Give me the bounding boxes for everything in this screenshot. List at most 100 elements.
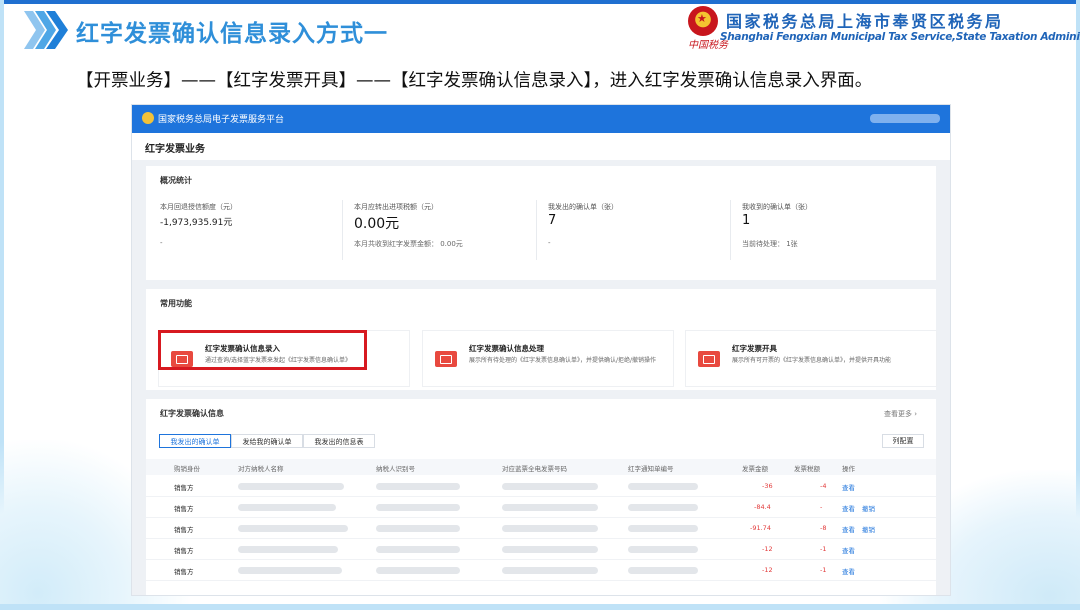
- column-header: 红字通知单编号: [628, 465, 674, 473]
- stat-sub: 当前待处理： 1张: [742, 240, 798, 248]
- table-row: 销售方 -91.74 -8 查看 撤销: [146, 518, 936, 539]
- stat-label: 本月回退授信额度（元）: [160, 203, 237, 211]
- cell-buyer-name-blurred: [238, 483, 344, 490]
- overview-title: 概况统计: [160, 176, 192, 185]
- agency-logo: ★ 中国税务 国家税务总局上海市奉贤区税务局 Shanghai Fengxian…: [688, 6, 1080, 51]
- column-header: 操作: [842, 465, 855, 473]
- stat-value: 0.00元: [354, 216, 400, 232]
- cell-role: 销售方: [174, 526, 194, 534]
- function-name: 红字发票开具: [732, 344, 777, 353]
- page-title: 红字发票业务: [145, 144, 205, 155]
- overview-card: 概况统计 本月回退授信额度（元） -1,973,935.91元 - 本月应转出进…: [146, 166, 936, 280]
- cell-role: 销售方: [174, 547, 194, 555]
- stat-label: 我收到的确认单（张）: [742, 203, 812, 211]
- app-screenshot: 国家税务总局电子发票服务平台 红字发票业务 概况统计 本月回退授信额度（元） -…: [131, 104, 951, 596]
- revoke-link[interactable]: 撤销: [862, 524, 875, 534]
- view-link[interactable]: 查看: [842, 566, 855, 576]
- column-config-button[interactable]: 列配置: [882, 434, 924, 448]
- view-link[interactable]: 查看: [842, 545, 855, 555]
- stat-label: 本月应转出进项税额（元）: [354, 203, 438, 211]
- cell-tax: -8: [820, 524, 827, 532]
- cell-role: 销售方: [174, 484, 194, 492]
- cell-amount: -91.74: [750, 524, 771, 532]
- cell-buyer-name-blurred: [238, 567, 342, 574]
- cell-tax: -: [820, 503, 823, 511]
- cell-notice-no-blurred: [628, 504, 698, 511]
- cell-tax-id-blurred: [376, 567, 460, 574]
- cell-tax-id-blurred: [376, 525, 460, 532]
- view-more-link[interactable]: 查看更多 ›: [884, 409, 917, 419]
- column-header: 发票金额: [742, 465, 768, 473]
- cell-amount: -84.4: [754, 503, 771, 511]
- invoice-process-icon: [435, 351, 457, 367]
- column-header: 对方纳税人名称: [238, 465, 284, 473]
- platform-title: 国家税务总局电子发票服务平台: [158, 115, 285, 125]
- stat-value[interactable]: 1: [742, 213, 750, 228]
- column-header: 对应蓝票全电发票号码: [502, 465, 567, 473]
- cell-notice-no-blurred: [628, 567, 698, 574]
- cell-tax-id-blurred: [376, 483, 460, 490]
- stat-value[interactable]: 7: [548, 213, 556, 228]
- common-functions-title: 常用功能: [160, 299, 192, 308]
- function-desc: 展示所有可开票的《红字发票信息确认单》，并提供开具功能: [732, 357, 892, 364]
- tab-received-confirmations[interactable]: 发给我的确认单: [231, 434, 303, 448]
- cell-role: 销售方: [174, 568, 194, 576]
- cell-tax: -1: [820, 545, 827, 553]
- function-name: 红字发票确认信息处理: [469, 344, 544, 353]
- divider: [536, 200, 537, 260]
- cell-amount: -36: [762, 482, 773, 490]
- view-link[interactable]: 查看: [842, 524, 855, 534]
- cell-tax-id-blurred: [376, 504, 460, 511]
- confirm-info-title: 红字发票确认信息: [160, 409, 224, 418]
- agency-name-cn: 国家税务总局上海市奉贤区税务局: [726, 12, 1004, 31]
- cell-buyer-name-blurred: [238, 525, 348, 532]
- stat-value: -1,973,935.91元: [160, 218, 233, 228]
- column-header: 纳税人识别号: [376, 465, 415, 473]
- stat-sub: -: [160, 239, 163, 247]
- column-header: 发票税额: [794, 465, 820, 473]
- agency-name-en: Shanghai Fengxian Municipal Tax Service,…: [720, 31, 1080, 43]
- stat-label: 我发出的确认单（张）: [548, 203, 618, 211]
- function-entry-red-confirm-process[interactable]: 红字发票确认信息处理 展示所有待处理的《红字发票信息确认单》，并提供确认/拒绝/…: [422, 330, 674, 387]
- app-topbar: 国家税务总局电子发票服务平台: [132, 105, 950, 133]
- stat-sub: -: [548, 239, 551, 247]
- cell-blue-invoice-no-blurred: [502, 567, 598, 574]
- column-header: 购销身份: [174, 465, 200, 473]
- tax-emblem-icon: ★: [688, 6, 718, 36]
- cell-buyer-name-blurred: [238, 504, 336, 511]
- cell-notice-no-blurred: [628, 525, 698, 532]
- cell-blue-invoice-no-blurred: [502, 483, 598, 490]
- tab-sent-confirmations[interactable]: 我发出的确认单: [159, 434, 231, 448]
- slide-top-border: [0, 0, 1080, 4]
- user-info-blurred[interactable]: [870, 114, 940, 123]
- platform-logo-icon: [142, 112, 154, 124]
- cell-tax: -1: [820, 566, 827, 574]
- revoke-link[interactable]: 撤销: [862, 503, 875, 513]
- view-link[interactable]: 查看: [842, 503, 855, 513]
- highlight-box: [158, 330, 367, 370]
- instruction-text: 【开票业务】——【红字发票开具】——【红字发票确认信息录入】，进入红字发票确认信…: [76, 71, 873, 91]
- cell-tax: -4: [820, 482, 827, 490]
- divider: [730, 200, 731, 260]
- cell-amount: -12: [762, 545, 773, 553]
- table-row: 销售方 -12 -1 查看: [146, 539, 936, 560]
- table-row: 销售方 -84.4 - 查看 撤销: [146, 497, 936, 518]
- cell-amount: -12: [762, 566, 773, 574]
- function-desc: 展示所有待处理的《红字发票信息确认单》，并提供确认/拒绝/撤销操作: [469, 357, 657, 364]
- view-link[interactable]: 查看: [842, 482, 855, 492]
- divider: [342, 200, 343, 260]
- slide-title: 红字发票确认信息录入方式一: [76, 21, 388, 47]
- table-row: 销售方 -12 -1 查看: [146, 560, 936, 581]
- stat-sub: 本月共收到红字发票金额： 0.00元: [354, 240, 463, 248]
- tab-sent-info-tables[interactable]: 我发出的信息表: [303, 434, 375, 448]
- table-header: 购销身份 对方纳税人名称 纳税人识别号 对应蓝票全电发票号码 红字通知单编号 发…: [146, 459, 936, 475]
- chevron-arrows-icon: [24, 11, 68, 49]
- cell-buyer-name-blurred: [238, 546, 338, 553]
- function-entry-red-invoice-issue[interactable]: 红字发票开具 展示所有可开票的《红字发票信息确认单》，并提供开具功能: [685, 330, 937, 387]
- page-header: [132, 133, 950, 160]
- cell-notice-no-blurred: [628, 483, 698, 490]
- table-row: 销售方 -36 -4 查看: [146, 476, 936, 497]
- invoice-issue-icon: [698, 351, 720, 367]
- cell-blue-invoice-no-blurred: [502, 504, 598, 511]
- cell-notice-no-blurred: [628, 546, 698, 553]
